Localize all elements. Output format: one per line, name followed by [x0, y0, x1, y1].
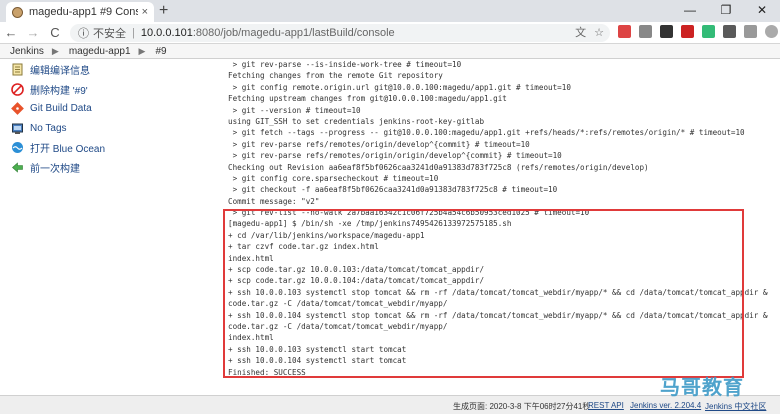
console-line: Checking out Revision aa6eaf8f5bf0626caa…	[228, 162, 649, 172]
extension-green-icon[interactable]	[702, 25, 715, 38]
browser-toolbar: ← → C ⓘ 不安全 | 10.0.0.101 :8080/job/maged…	[0, 22, 780, 44]
extension-dark-icon[interactable]	[660, 25, 673, 38]
blue-ocean-icon	[10, 141, 24, 155]
console-line: > git --version # timeout=10	[228, 105, 361, 115]
console-line: > git config remote.origin.url git@10.0.…	[228, 82, 571, 92]
back-button[interactable]: ←	[0, 25, 22, 40]
maximize-button[interactable]: ❐	[708, 0, 744, 22]
console-line: > git rev-parse refs/remotes/origin/deve…	[228, 139, 530, 149]
extension-pdf-icon[interactable]	[681, 25, 694, 38]
jenkins-community-link[interactable]: Jenkins 中文社区	[705, 401, 766, 412]
breadcrumb-arrow-icon: ▶	[51, 45, 59, 56]
sidebar-item-edit-build-info[interactable]: 编辑编译信息	[0, 60, 200, 80]
console-line: Fetching changes from the remote Git rep…	[228, 71, 443, 81]
extension-puzzle-icon[interactable]	[744, 25, 757, 38]
bookmark-star-icon[interactable]: ☆	[594, 24, 604, 42]
browser-tab[interactable]: magedu-app1 #9 Console [Je ×	[6, 2, 154, 22]
jenkins-version-link[interactable]: Jenkins ver. 2.204.4	[630, 401, 701, 410]
tab-close-icon[interactable]: ×	[142, 6, 148, 18]
url-host: 10.0.0.101	[140, 27, 193, 39]
console-line: using GIT_SSH to set credentials jenkins…	[228, 116, 485, 126]
extension-gray-icon[interactable]	[639, 25, 652, 38]
previous-build-icon	[10, 160, 24, 174]
sidebar-item-delete-build[interactable]: 删除构建 '#9'	[0, 80, 200, 100]
sidebar-item-git-build-data[interactable]: Git Build Data	[0, 99, 200, 119]
tab-title: magedu-app1 #9 Console [Je	[29, 6, 138, 18]
breadcrumb-jenkins[interactable]: Jenkins	[10, 46, 44, 57]
close-window-button[interactable]: ✕	[744, 0, 780, 22]
minimize-button[interactable]: —	[672, 0, 708, 22]
tag-icon	[10, 121, 24, 135]
console-line: > git fetch --tags --progress -- git@10.…	[228, 128, 745, 138]
sidebar-item-previous-build[interactable]: 前一次构建	[0, 158, 200, 178]
reload-button[interactable]: C	[44, 25, 66, 40]
sidebar-item-blue-ocean[interactable]: 打开 Blue Ocean	[0, 138, 200, 158]
magedu-watermark-logo: 马哥教育	[660, 377, 744, 399]
forward-button[interactable]: →	[22, 25, 44, 40]
console-line: Commit message: "v2"	[228, 196, 320, 206]
notepad-icon	[10, 63, 24, 77]
jenkins-favicon-icon	[12, 6, 23, 18]
breadcrumb-arrow-icon: ▶	[138, 45, 146, 56]
console-line: > git rev-parse --is-inside-work-tree # …	[228, 60, 462, 69]
translate-icon[interactable]: 文	[575, 24, 586, 42]
git-icon	[10, 102, 24, 116]
url-path: :8080/job/magedu-app1/lastBuild/console	[192, 27, 395, 39]
sidebar-item-label: Git Build Data	[30, 103, 92, 115]
console-line: > git checkout -f aa6eaf8f5bf0626caa3241…	[228, 185, 558, 195]
breadcrumb-job[interactable]: magedu-app1	[69, 46, 131, 57]
extension-icons: ⋮	[618, 25, 780, 38]
console-line: > git config core.sparsecheckout # timeo…	[228, 173, 439, 183]
sidebar-item-label: No Tags	[30, 122, 67, 134]
profile-avatar-icon[interactable]	[765, 25, 778, 38]
security-warning-icon[interactable]: ⓘ	[78, 25, 89, 41]
sidebar-item-label: 删除构建 '#9'	[30, 85, 88, 97]
highlight-annotation-box	[223, 209, 744, 378]
breadcrumb: Jenkins ▶ magedu-app1 ▶ #9	[0, 44, 780, 59]
browser-tabstrip: magedu-app1 #9 Console [Je × + — ❐ ✕	[0, 0, 780, 22]
sidebar-item-label: 打开 Blue Ocean	[30, 144, 106, 156]
page-generated-timestamp: 生成页面: 2020-3-8 下午06时27分41秒	[453, 402, 591, 411]
delete-icon	[10, 82, 24, 96]
rest-api-link[interactable]: REST API	[588, 401, 624, 410]
window-controls: — ❐ ✕	[672, 0, 780, 22]
console-line: > git rev-parse refs/remotes/origin/orig…	[228, 151, 562, 161]
sidebar-item-label: 编辑编译信息	[30, 66, 90, 78]
extension-translate-icon[interactable]	[723, 25, 736, 38]
url-separator: |	[132, 27, 135, 39]
console-line: Fetching upstream changes from git@10.0.…	[228, 94, 507, 104]
address-bar[interactable]: ⓘ 不安全 | 10.0.0.101 :8080/job/magedu-app1…	[70, 24, 610, 42]
sidebar: 编辑编译信息 删除构建 '#9' Git Build Data No Tags …	[0, 60, 200, 177]
sidebar-item-no-tags[interactable]: No Tags	[0, 119, 200, 139]
new-tab-button[interactable]: +	[159, 2, 168, 20]
sidebar-item-label: 前一次构建	[30, 163, 80, 175]
breadcrumb-build[interactable]: #9	[155, 46, 166, 57]
extension-red-icon[interactable]	[618, 25, 631, 38]
security-text: 不安全	[93, 28, 126, 40]
